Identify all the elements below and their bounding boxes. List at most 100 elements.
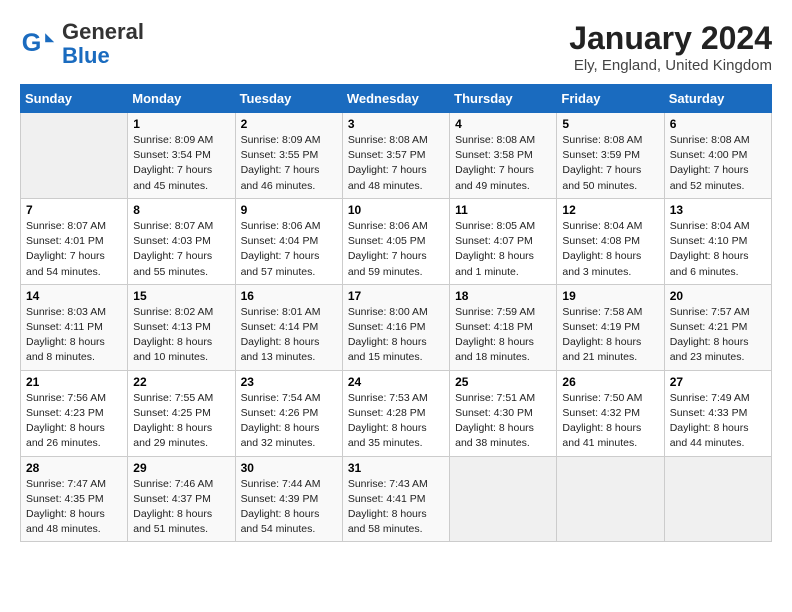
day-number: 11 — [455, 203, 551, 217]
calendar-cell: 16Sunrise: 8:01 AMSunset: 4:14 PMDayligh… — [235, 284, 342, 370]
calendar-cell: 20Sunrise: 7:57 AMSunset: 4:21 PMDayligh… — [664, 284, 771, 370]
day-number: 22 — [133, 375, 229, 389]
weekday-thursday: Thursday — [450, 85, 557, 113]
day-number: 15 — [133, 289, 229, 303]
calendar-cell: 29 Sunrise: 7:46 AMSunset: 4:37 PMDayligh… — [128, 456, 235, 542]
day-number: 31 — [348, 461, 444, 475]
calendar-cell: 7 Sunrise: 8:07 AMSunset: 4:01 PMDaylight… — [21, 198, 128, 284]
day-number: 18 — [455, 289, 551, 303]
day-info: Sunrise: 7:53 AMSunset: 4:28 PMDaylight:… — [348, 391, 444, 452]
calendar-cell: 22Sunrise: 7:55 AMSunset: 4:25 PMDayligh… — [128, 370, 235, 456]
calendar-cell: 19Sunrise: 7:58 AMSunset: 4:19 PMDayligh… — [557, 284, 664, 370]
day-number: 30 — [241, 461, 337, 475]
day-info: Sunrise: 8:08 AMSunset: 4:00 PMDaylight:… — [670, 133, 766, 194]
day-info: Sunrise: 8:07 AMSunset: 4:01 PMDaylight:… — [26, 219, 122, 280]
day-info: Sunrise: 7:50 AMSunset: 4:32 PMDaylight:… — [562, 391, 658, 452]
day-info: Sunrise: 8:08 AMSunset: 3:58 PMDaylight:… — [455, 133, 551, 194]
calendar-cell: 6 Sunrise: 8:08 AMSunset: 4:00 PMDaylight… — [664, 113, 771, 199]
day-info: Sunrise: 7:59 AMSunset: 4:18 PMDaylight:… — [455, 305, 551, 366]
day-number: 17 — [348, 289, 444, 303]
day-number: 10 — [348, 203, 444, 217]
calendar-cell: 17 Sunrise: 8:00 AMSunset: 4:16 PMDayligh… — [342, 284, 449, 370]
day-number: 8 — [133, 203, 229, 217]
day-info: Sunrise: 8:09 AMSunset: 3:54 PMDaylight:… — [133, 133, 229, 194]
day-number: 25 — [455, 375, 551, 389]
day-info: Sunrise: 7:57 AMSunset: 4:21 PMDaylight:… — [670, 305, 766, 366]
svg-text:G: G — [22, 29, 42, 57]
day-number: 26 — [562, 375, 658, 389]
weekday-header-row: SundayMondayTuesdayWednesdayThursdayFrid… — [21, 85, 772, 113]
calendar-cell: 31 Sunrise: 7:43 AMSunset: 4:41 PMDayligh… — [342, 456, 449, 542]
day-number: 6 — [670, 117, 766, 131]
day-number: 13 — [670, 203, 766, 217]
day-info: Sunrise: 7:44 AMSunset: 4:39 PMDaylight:… — [241, 477, 337, 538]
week-row-3: 14 Sunrise: 8:03 AMSunset: 4:11 PMDayligh… — [21, 284, 772, 370]
calendar-cell: 3Sunrise: 8:08 AMSunset: 3:57 PMDaylight… — [342, 113, 449, 199]
weekday-friday: Friday — [557, 85, 664, 113]
calendar-cell: 23 Sunrise: 7:54 AMSunset: 4:26 PMDayligh… — [235, 370, 342, 456]
calendar-cell: 13 Sunrise: 8:04 AMSunset: 4:10 PMDayligh… — [664, 198, 771, 284]
week-row-1: 1 Sunrise: 8:09 AMSunset: 3:54 PMDaylight… — [21, 113, 772, 199]
calendar-cell: 11 Sunrise: 8:05 AMSunset: 4:07 PMDayligh… — [450, 198, 557, 284]
day-info: Sunrise: 8:06 AMSunset: 4:05 PMDaylight:… — [348, 219, 444, 280]
day-number: 24 — [348, 375, 444, 389]
calendar-cell: 25 Sunrise: 7:51 AMSunset: 4:30 PMDayligh… — [450, 370, 557, 456]
calendar-cell: 24 Sunrise: 7:53 AMSunset: 4:28 PMDayligh… — [342, 370, 449, 456]
calendar-cell: 4Sunrise: 8:08 AMSunset: 3:58 PMDaylight… — [450, 113, 557, 199]
day-info: Sunrise: 7:49 AMSunset: 4:33 PMDaylight:… — [670, 391, 766, 452]
day-info: Sunrise: 8:05 AMSunset: 4:07 PMDaylight:… — [455, 219, 551, 280]
day-info: Sunrise: 7:58 AMSunset: 4:19 PMDaylight:… — [562, 305, 658, 366]
day-info: Sunrise: 7:51 AMSunset: 4:30 PMDaylight:… — [455, 391, 551, 452]
day-number: 28 — [26, 461, 122, 475]
calendar-cell: 9 Sunrise: 8:06 AMSunset: 4:04 PMDaylight… — [235, 198, 342, 284]
day-info: Sunrise: 8:00 AMSunset: 4:16 PMDaylight:… — [348, 305, 444, 366]
day-info: Sunrise: 8:07 AMSunset: 4:03 PMDaylight:… — [133, 219, 229, 280]
calendar-cell — [664, 456, 771, 542]
day-number: 16 — [241, 289, 337, 303]
day-info: Sunrise: 7:56 AMSunset: 4:23 PMDaylight:… — [26, 391, 122, 452]
calendar-cell: 18 Sunrise: 7:59 AMSunset: 4:18 PMDayligh… — [450, 284, 557, 370]
calendar-body: 1 Sunrise: 8:09 AMSunset: 3:54 PMDaylight… — [21, 113, 772, 542]
page-header: G General Blue January 2024 Ely, England… — [20, 20, 772, 74]
calendar-header: SundayMondayTuesdayWednesdayThursdayFrid… — [21, 85, 772, 113]
day-info: Sunrise: 8:09 AMSunset: 3:55 PMDaylight:… — [241, 133, 337, 194]
day-info: Sunrise: 8:06 AMSunset: 4:04 PMDaylight:… — [241, 219, 337, 280]
month-title: January 2024 — [569, 20, 772, 57]
day-number: 29 — [133, 461, 229, 475]
weekday-saturday: Saturday — [664, 85, 771, 113]
calendar-cell: 15 Sunrise: 8:02 AMSunset: 4:13 PMDayligh… — [128, 284, 235, 370]
calendar-cell: 30 Sunrise: 7:44 AMSunset: 4:39 PMDayligh… — [235, 456, 342, 542]
day-info: Sunrise: 7:46 AMSunset: 4:37 PMDaylight:… — [133, 477, 229, 538]
day-info: Sunrise: 7:54 AMSunset: 4:26 PMDaylight:… — [241, 391, 337, 452]
day-number: 21 — [26, 375, 122, 389]
day-number: 12 — [562, 203, 658, 217]
title-block: January 2024 Ely, England, United Kingdo… — [569, 20, 772, 74]
calendar-cell — [450, 456, 557, 542]
logo-blue: Blue — [62, 43, 110, 68]
logo-text: General Blue — [62, 20, 144, 68]
calendar-cell: 28Sunrise: 7:47 AMSunset: 4:35 PMDayligh… — [21, 456, 128, 542]
logo-icon: G — [20, 26, 56, 62]
calendar-cell: 10 Sunrise: 8:06 AMSunset: 4:05 PMDayligh… — [342, 198, 449, 284]
weekday-wednesday: Wednesday — [342, 85, 449, 113]
day-info: Sunrise: 8:03 AMSunset: 4:11 PMDaylight:… — [26, 305, 122, 366]
day-info: Sunrise: 8:04 AMSunset: 4:08 PMDaylight:… — [562, 219, 658, 280]
calendar-cell: 27Sunrise: 7:49 AMSunset: 4:33 PMDayligh… — [664, 370, 771, 456]
calendar-table: SundayMondayTuesdayWednesdayThursdayFrid… — [20, 84, 772, 542]
day-info: Sunrise: 8:08 AMSunset: 3:57 PMDaylight:… — [348, 133, 444, 194]
day-number: 7 — [26, 203, 122, 217]
day-info: Sunrise: 8:02 AMSunset: 4:13 PMDaylight:… — [133, 305, 229, 366]
logo-general: General — [62, 19, 144, 44]
weekday-tuesday: Tuesday — [235, 85, 342, 113]
day-number: 14 — [26, 289, 122, 303]
day-number: 23 — [241, 375, 337, 389]
day-info: Sunrise: 7:43 AMSunset: 4:41 PMDaylight:… — [348, 477, 444, 538]
logo: G General Blue — [20, 20, 144, 68]
calendar-cell — [557, 456, 664, 542]
day-number: 1 — [133, 117, 229, 131]
day-number: 5 — [562, 117, 658, 131]
day-info: Sunrise: 8:04 AMSunset: 4:10 PMDaylight:… — [670, 219, 766, 280]
day-number: 9 — [241, 203, 337, 217]
calendar-cell: 12 Sunrise: 8:04 AMSunset: 4:08 PMDayligh… — [557, 198, 664, 284]
day-info: Sunrise: 8:08 AMSunset: 3:59 PMDaylight:… — [562, 133, 658, 194]
